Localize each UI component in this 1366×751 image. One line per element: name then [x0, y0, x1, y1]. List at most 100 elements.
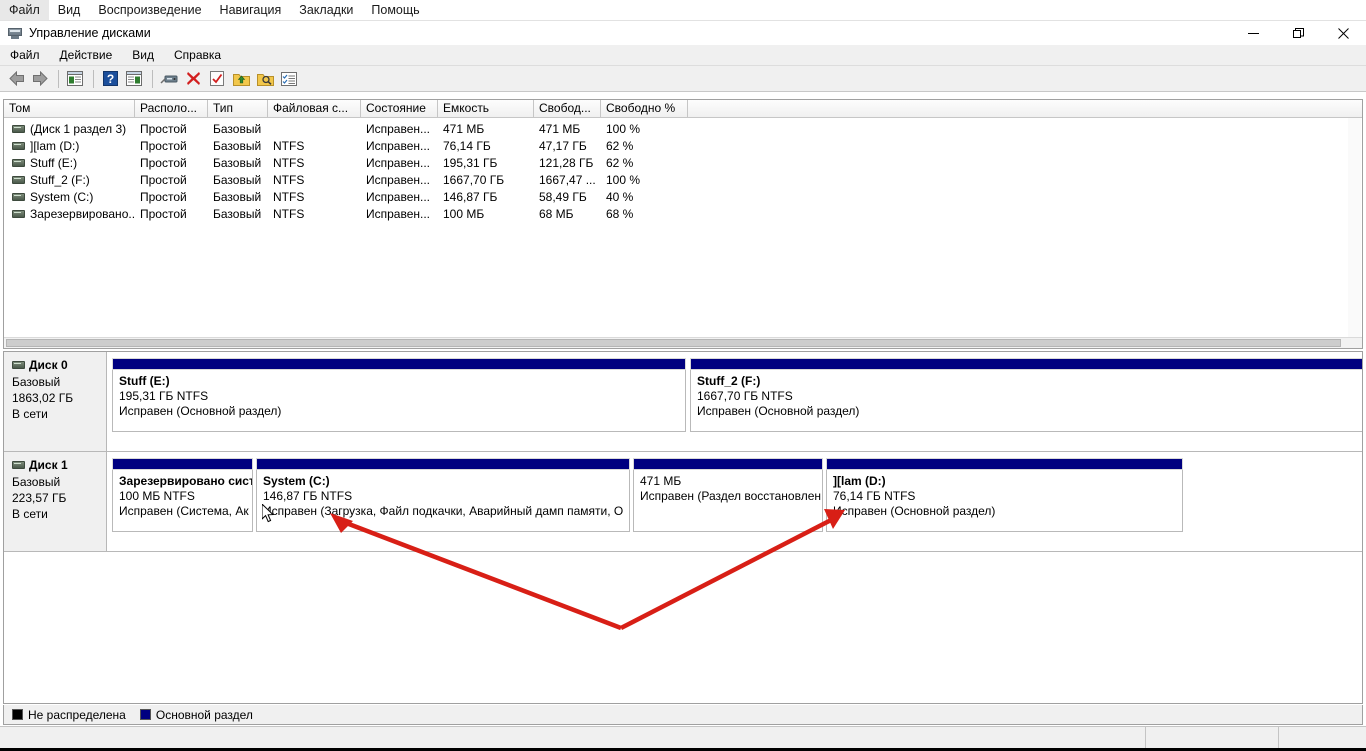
legend-label-unallocated: Не распределена [28, 707, 126, 722]
volume-list-body: (Диск 1 раздел 3) Простой Базовый Исправ… [4, 118, 1362, 222]
show-action-pane-icon[interactable] [123, 68, 145, 90]
table-row[interactable]: Stuff_2 (F:) Простой Базовый NTFS Исправ… [4, 171, 1362, 188]
disk-row-0[interactable]: Диск 0 Базовый 1863,02 ГБ В сети Stuff (… [4, 352, 1362, 452]
window-controls [1231, 21, 1366, 45]
properties-icon[interactable] [278, 68, 300, 90]
disk-info-0[interactable]: Диск 0 Базовый 1863,02 ГБ В сети [4, 352, 107, 451]
disk-info-1[interactable]: Диск 1 Базовый 223,57 ГБ В сети [4, 452, 107, 551]
column-header-free-percent[interactable]: Свободно % [601, 100, 688, 117]
partition-body: ][lam (D:) 76,14 ГБ NTFS Исправен (Основ… [826, 470, 1183, 532]
table-row[interactable]: System (C:) Простой Базовый NTFS Исправе… [4, 188, 1362, 205]
partition-stuff2-f[interactable]: Stuff_2 (F:) 1667,70 ГБ NTFS Исправен (О… [690, 358, 1362, 432]
status-segment-2 [1146, 727, 1279, 748]
cell-volume-label: Stuff_2 (F:) [30, 172, 90, 187]
cell-volume-label: Stuff (E:) [30, 155, 78, 170]
column-header-capacity[interactable]: Емкость [438, 100, 534, 117]
partition-stuff-e[interactable]: Stuff (E:) 195,31 ГБ NTFS Исправен (Осно… [112, 358, 686, 432]
menu-action[interactable]: Действие [50, 45, 123, 65]
column-header-filesystem[interactable]: Файловая с... [268, 100, 361, 117]
disk-state-1: В сети [12, 507, 48, 521]
cell-type: Базовый [213, 206, 262, 221]
legend-label-primary: Основной раздел [155, 707, 253, 722]
host-menu-navigation[interactable]: Навигация [211, 0, 291, 20]
search-volume-icon[interactable] [254, 68, 276, 90]
column-header-type[interactable]: Тип [208, 100, 268, 117]
table-row[interactable]: Зарезервировано... Простой Базовый NTFS … [4, 205, 1362, 222]
partition-recovery[interactable]: 471 МБ Исправен (Раздел восстановлен [633, 458, 823, 532]
toolbar-separator [93, 69, 94, 88]
partition-bar [112, 458, 253, 470]
cell-free-percent: 100 % [606, 121, 641, 136]
disk-row-1[interactable]: Диск 1 Базовый 223,57 ГБ В сети Зарезерв… [4, 452, 1362, 552]
disk-partitions-1: Зарезервировано сист 100 МБ NTFS Исправе… [107, 452, 1362, 551]
cell-free: 47,17 ГБ [539, 138, 587, 153]
host-menu-help[interactable]: Помощь [362, 0, 428, 20]
cell-volume-label: Зарезервировано... [30, 206, 135, 221]
cell-layout: Простой [140, 206, 187, 221]
forward-icon[interactable] [29, 68, 51, 90]
host-menu-playback[interactable]: Воспроизведение [89, 0, 210, 20]
toolbar-separator [152, 69, 153, 88]
column-header-status[interactable]: Состояние [361, 100, 438, 117]
host-menu-file[interactable]: Файл [0, 0, 49, 20]
status-segment-1 [0, 727, 1146, 748]
disk-size-0: 1863,02 ГБ [12, 391, 74, 405]
disk-type-0: Базовый [12, 375, 61, 389]
column-header-free[interactable]: Свобод... [534, 100, 601, 117]
legend-item-unallocated: Не распределена [12, 708, 126, 722]
menu-help[interactable]: Справка [164, 45, 231, 65]
table-row[interactable]: (Диск 1 раздел 3) Простой Базовый Исправ… [4, 120, 1362, 137]
table-row[interactable]: Stuff (E:) Простой Базовый NTFS Исправен… [4, 154, 1362, 171]
cell-capacity: 1667,70 ГБ [443, 172, 505, 187]
restore-button[interactable] [1276, 21, 1321, 45]
cell-volume-label: System (C:) [30, 189, 94, 204]
rescan-disks-icon[interactable] [206, 68, 228, 90]
drive-icon [12, 158, 25, 167]
partition-lam-d[interactable]: ][lam (D:) 76,14 ГБ NTFS Исправен (Основ… [826, 458, 1183, 532]
cell-status: Исправен... [366, 172, 431, 187]
volume-list-horizontal-scrollbar[interactable] [4, 337, 1362, 348]
partition-status: Исправен (Раздел восстановлен [640, 489, 821, 503]
back-icon[interactable] [5, 68, 27, 90]
cell-status: Исправен... [366, 206, 431, 221]
column-header-layout[interactable]: Располо... [135, 100, 208, 117]
cell-capacity: 195,31 ГБ [443, 155, 498, 170]
cell-volume: (Диск 1 раздел 3) [4, 122, 135, 136]
cell-free-percent: 40 % [606, 189, 634, 204]
status-bar [0, 726, 1366, 748]
table-row[interactable]: ][lam (D:) Простой Базовый NTFS Исправен… [4, 137, 1362, 154]
drive-properties-icon[interactable] [158, 68, 180, 90]
host-menu-bookmarks[interactable]: Закладки [290, 0, 362, 20]
host-menu-view[interactable]: Вид [49, 0, 90, 20]
menu-view[interactable]: Вид [122, 45, 164, 65]
disk-label-1: Диск 1 [29, 458, 68, 472]
menu-file[interactable]: Файл [0, 45, 50, 65]
cell-layout: Простой [140, 121, 187, 136]
delete-icon[interactable] [182, 68, 204, 90]
column-header-volume[interactable]: Том [4, 100, 135, 117]
partition-system-reserved[interactable]: Зарезервировано сист 100 МБ NTFS Исправе… [112, 458, 253, 532]
partition-body: 471 МБ Исправен (Раздел восстановлен [633, 470, 823, 532]
volume-list-pane: Том Располо... Тип Файловая с... Состоян… [3, 99, 1363, 349]
partition-size: 146,87 ГБ NTFS [263, 489, 353, 503]
cell-volume: ][lam (D:) [4, 139, 135, 153]
disk-label-0: Диск 0 [29, 358, 68, 372]
legend-item-primary: Основной раздел [139, 707, 253, 722]
close-button[interactable] [1321, 21, 1366, 45]
scrollbar-thumb[interactable] [6, 339, 1341, 347]
new-volume-icon[interactable] [230, 68, 252, 90]
show-hide-tree-icon[interactable] [64, 68, 86, 90]
volume-list-header: Том Располо... Тип Файловая с... Состоян… [4, 100, 1362, 118]
partition-system-c[interactable]: System (C:) 146,87 ГБ NTFS Исправен (Заг… [256, 458, 630, 532]
disk-management-icon [7, 25, 23, 41]
volume-list-vertical-scrollbar[interactable] [1348, 118, 1361, 347]
disk-management-window: Файл Вид Воспроизведение Навигация Закла… [0, 0, 1366, 751]
disk-partitions-0: Stuff (E:) 195,31 ГБ NTFS Исправен (Осно… [107, 352, 1362, 451]
partition-title: ][lam (D:) [833, 474, 886, 488]
help-icon[interactable]: ? [99, 68, 121, 90]
partition-size: 76,14 ГБ NTFS [833, 489, 916, 503]
cell-status: Исправен... [366, 189, 431, 204]
partition-bar [690, 358, 1362, 370]
graphical-disk-pane: Диск 0 Базовый 1863,02 ГБ В сети Stuff (… [3, 351, 1363, 704]
minimize-button[interactable] [1231, 21, 1276, 45]
